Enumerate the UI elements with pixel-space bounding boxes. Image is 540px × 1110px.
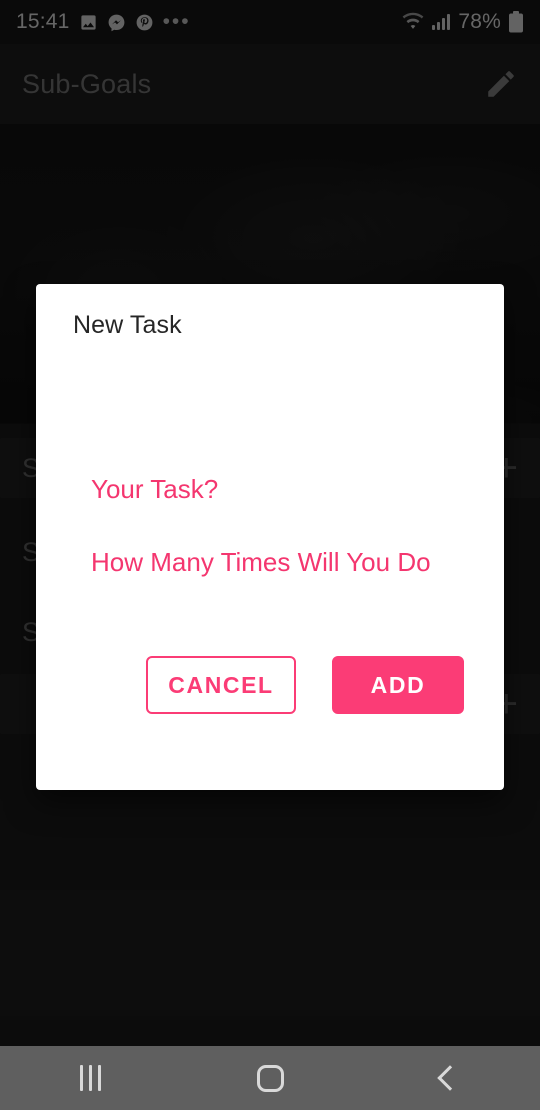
new-task-dialog: New Task Your Task? How Many Times Will …	[36, 284, 504, 790]
system-navigation-bar	[0, 1046, 540, 1110]
recents-icon	[79, 1065, 101, 1091]
back-icon	[437, 1065, 463, 1091]
home-icon	[256, 1064, 284, 1092]
add-button[interactable]: ADD	[332, 656, 464, 714]
task-count-input[interactable]: How Many Times Will You Do	[91, 547, 504, 578]
nav-back-button[interactable]	[360, 1046, 540, 1110]
nav-home-button[interactable]	[180, 1046, 360, 1110]
cancel-button[interactable]: CANCEL	[146, 656, 296, 714]
nav-recents-button[interactable]	[0, 1046, 180, 1110]
dialog-actions: CANCEL ADD	[36, 656, 504, 714]
dialog-title: New Task	[73, 311, 182, 339]
phone-screen: S + S S + Sub-Goals 15:41	[0, 0, 540, 1110]
task-name-input[interactable]: Your Task?	[91, 474, 504, 505]
